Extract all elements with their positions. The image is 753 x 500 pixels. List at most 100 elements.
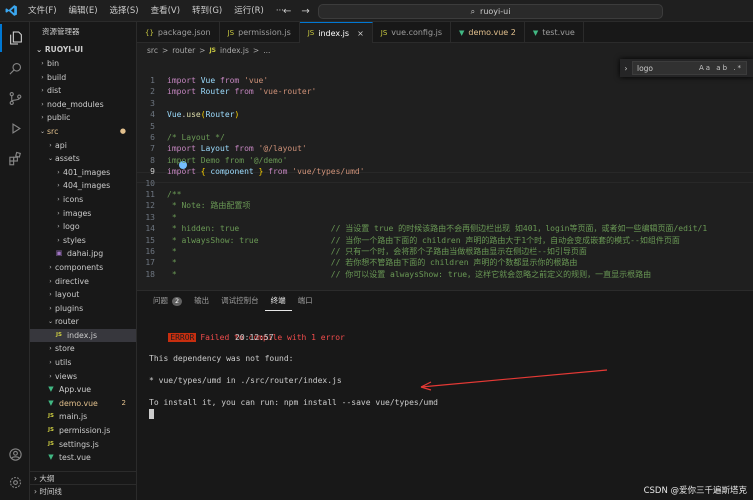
- image-file-icon: ▣: [55, 249, 63, 258]
- breadcrumb-item[interactable]: src: [147, 46, 158, 55]
- menu-item-1[interactable]: 编辑(E): [63, 0, 104, 22]
- forward-arrow-icon[interactable]: →: [301, 6, 309, 17]
- tree-item[interactable]: › 401_images: [30, 166, 136, 180]
- code-token: * // 你可以设置 alwaysShow: true，这样它就会忽略之前定义的…: [167, 269, 652, 279]
- outline-section[interactable]: › 大纲: [30, 471, 136, 484]
- toggle-replace-icon[interactable]: ›: [620, 64, 632, 73]
- breadcrumb-separator: >: [252, 46, 260, 55]
- tree-item[interactable]: ▣ dahai.jpg: [30, 247, 136, 261]
- tab-4[interactable]: ▼ demo.vue 2: [451, 22, 525, 43]
- menu-item-4[interactable]: 转到(G): [186, 0, 228, 22]
- menu-item-3[interactable]: 查看(V): [145, 0, 186, 22]
- tree-item[interactable]: ⌄ assets: [30, 152, 136, 166]
- tree-item[interactable]: › dist: [30, 84, 136, 98]
- settings-gear-icon[interactable]: [0, 468, 30, 496]
- tree-item-label: directive: [55, 276, 89, 286]
- tree-item[interactable]: › bin: [30, 57, 136, 71]
- tree-item-label: plugins: [55, 303, 84, 313]
- tree-item[interactable]: › views: [30, 370, 136, 384]
- code-token: component: [210, 167, 259, 177]
- back-arrow-icon[interactable]: ←: [283, 6, 291, 17]
- line-number: 13: [145, 212, 155, 222]
- code-line: 13 *: [137, 212, 176, 223]
- code-token: Router: [200, 87, 235, 97]
- run-debug-icon[interactable]: [0, 114, 30, 142]
- close-icon[interactable]: ×: [357, 29, 364, 38]
- tree-item[interactable]: › utils: [30, 356, 136, 370]
- chevron-right-icon: ›: [57, 182, 60, 190]
- find-input[interactable]: logo Aa ab .*: [632, 61, 747, 75]
- tab-0[interactable]: {} package.json: [137, 22, 220, 43]
- code-line: 2 import Router from 'vue-router': [137, 86, 316, 97]
- tree-item[interactable]: › layout: [30, 288, 136, 302]
- tree-item[interactable]: › directive: [30, 275, 136, 289]
- code-token: /**: [167, 190, 182, 199]
- tree-item[interactable]: › styles: [30, 234, 136, 248]
- find-options[interactable]: Aa ab .*: [699, 64, 743, 72]
- chevron-right-icon: ›: [57, 168, 60, 176]
- workspace-root[interactable]: ⌄ RUOYI-UI: [30, 42, 136, 57]
- code-token: from: [234, 87, 259, 97]
- tab-5[interactable]: ▼ test.vue: [525, 22, 584, 43]
- breadcrumb-item[interactable]: router: [172, 46, 195, 55]
- line-number: 4: [150, 110, 155, 120]
- tree-item[interactable]: › plugins: [30, 302, 136, 316]
- tree-item[interactable]: › node_modules: [30, 98, 136, 112]
- timeline-section[interactable]: › 时间线: [30, 484, 136, 497]
- tree-item[interactable]: › build: [30, 71, 136, 85]
- command-center-search[interactable]: ⌕ ruoyi-ui: [318, 4, 663, 19]
- tab-3[interactable]: JS vue.config.js: [373, 22, 451, 43]
- tree-item[interactable]: ⌄ router: [30, 315, 136, 329]
- tree-item[interactable]: JS settings.js: [30, 438, 136, 452]
- code-text: import { component } from 'vue/types/umd…: [167, 166, 365, 177]
- tree-item[interactable]: JS permission.js: [30, 424, 136, 438]
- panel-tab-1[interactable]: 输出: [188, 291, 215, 311]
- chevron-right-icon: ›: [49, 277, 52, 285]
- tree-item[interactable]: › api: [30, 139, 136, 153]
- breadcrumb-item[interactable]: index.js: [220, 46, 249, 55]
- menu-item-0[interactable]: 文件(F): [22, 0, 63, 22]
- tree-item[interactable]: ▼ test.vue: [30, 451, 136, 465]
- explorer-sidebar: 资源管理器 ⌄ RUOYI-UI › bin › build › dist › node_mo…: [30, 22, 137, 500]
- explorer-icon[interactable]: [0, 24, 30, 52]
- tree-item[interactable]: › images: [30, 207, 136, 221]
- tree-item[interactable]: › logo: [30, 220, 136, 234]
- tree-item[interactable]: › store: [30, 342, 136, 356]
- tab-1[interactable]: JS permission.js: [220, 22, 300, 43]
- tree-item[interactable]: ▼ App.vue: [30, 383, 136, 397]
- tree-item-label: components: [55, 262, 104, 272]
- tree-item[interactable]: › 404_images: [30, 179, 136, 193]
- code-text: /* Layout */: [167, 132, 225, 143]
- breadcrumb-item[interactable]: JS: [209, 47, 216, 54]
- line-number: 10: [145, 178, 155, 188]
- tree-item[interactable]: › components: [30, 261, 136, 275]
- tree-item[interactable]: JS main.js: [30, 410, 136, 424]
- search-sidebar-icon[interactable]: [0, 54, 30, 82]
- menu-item-5[interactable]: 运行(R): [228, 0, 270, 22]
- chevron-right-icon: ›: [41, 60, 44, 67]
- panel-tab-0[interactable]: 问题 2: [147, 291, 188, 311]
- menu-item-2[interactable]: 选择(S): [104, 0, 145, 22]
- tree-item[interactable]: JS index.js: [30, 328, 136, 343]
- tree-item[interactable]: ▼ demo.vue 2: [30, 397, 136, 411]
- tab-label: demo.vue 2: [468, 28, 516, 37]
- panel-tab-3[interactable]: 终端: [264, 291, 292, 311]
- panel-tab-4[interactable]: 端口: [292, 291, 319, 311]
- account-icon[interactable]: [0, 440, 30, 468]
- tree-item[interactable]: › icons: [30, 193, 136, 207]
- extensions-icon[interactable]: [0, 144, 30, 172]
- source-control-icon[interactable]: [0, 84, 30, 112]
- tab-label: test.vue: [542, 28, 575, 37]
- code-editor[interactable]: 1 import Vue from 'vue' 2 import Router fro…: [137, 58, 753, 290]
- modified-badge: ●: [119, 126, 126, 135]
- tab-2[interactable]: JS index.js ×: [299, 22, 373, 43]
- chevron-right-icon: ›: [49, 263, 52, 271]
- panel-tab-2[interactable]: 调试控制台: [215, 291, 265, 311]
- tree-item[interactable]: › public: [30, 111, 136, 125]
- breadcrumb-item[interactable]: ...: [263, 46, 270, 55]
- tree-item[interactable]: ⌄ src ●: [30, 125, 136, 139]
- js-file-icon: JS: [47, 427, 54, 434]
- chevron-right-icon: ›: [57, 209, 60, 217]
- tree-item-label: public: [47, 113, 71, 123]
- chevron-right-icon: ›: [49, 359, 52, 367]
